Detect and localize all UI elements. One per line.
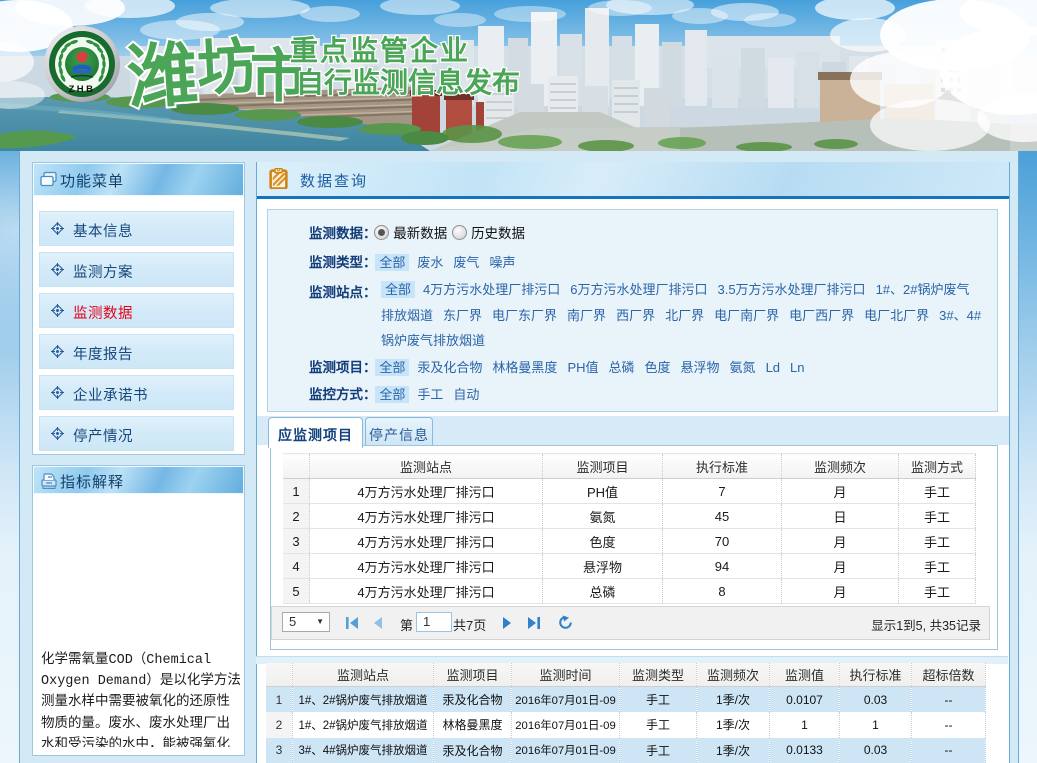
svg-text:潍: 潍	[125, 35, 200, 118]
svg-text:重点监管企业: 重点监管企业	[290, 34, 470, 66]
svg-text:自行监测信息发布: 自行监测信息发布	[296, 66, 520, 98]
svg-text:ZHB: ZHB	[68, 84, 95, 95]
